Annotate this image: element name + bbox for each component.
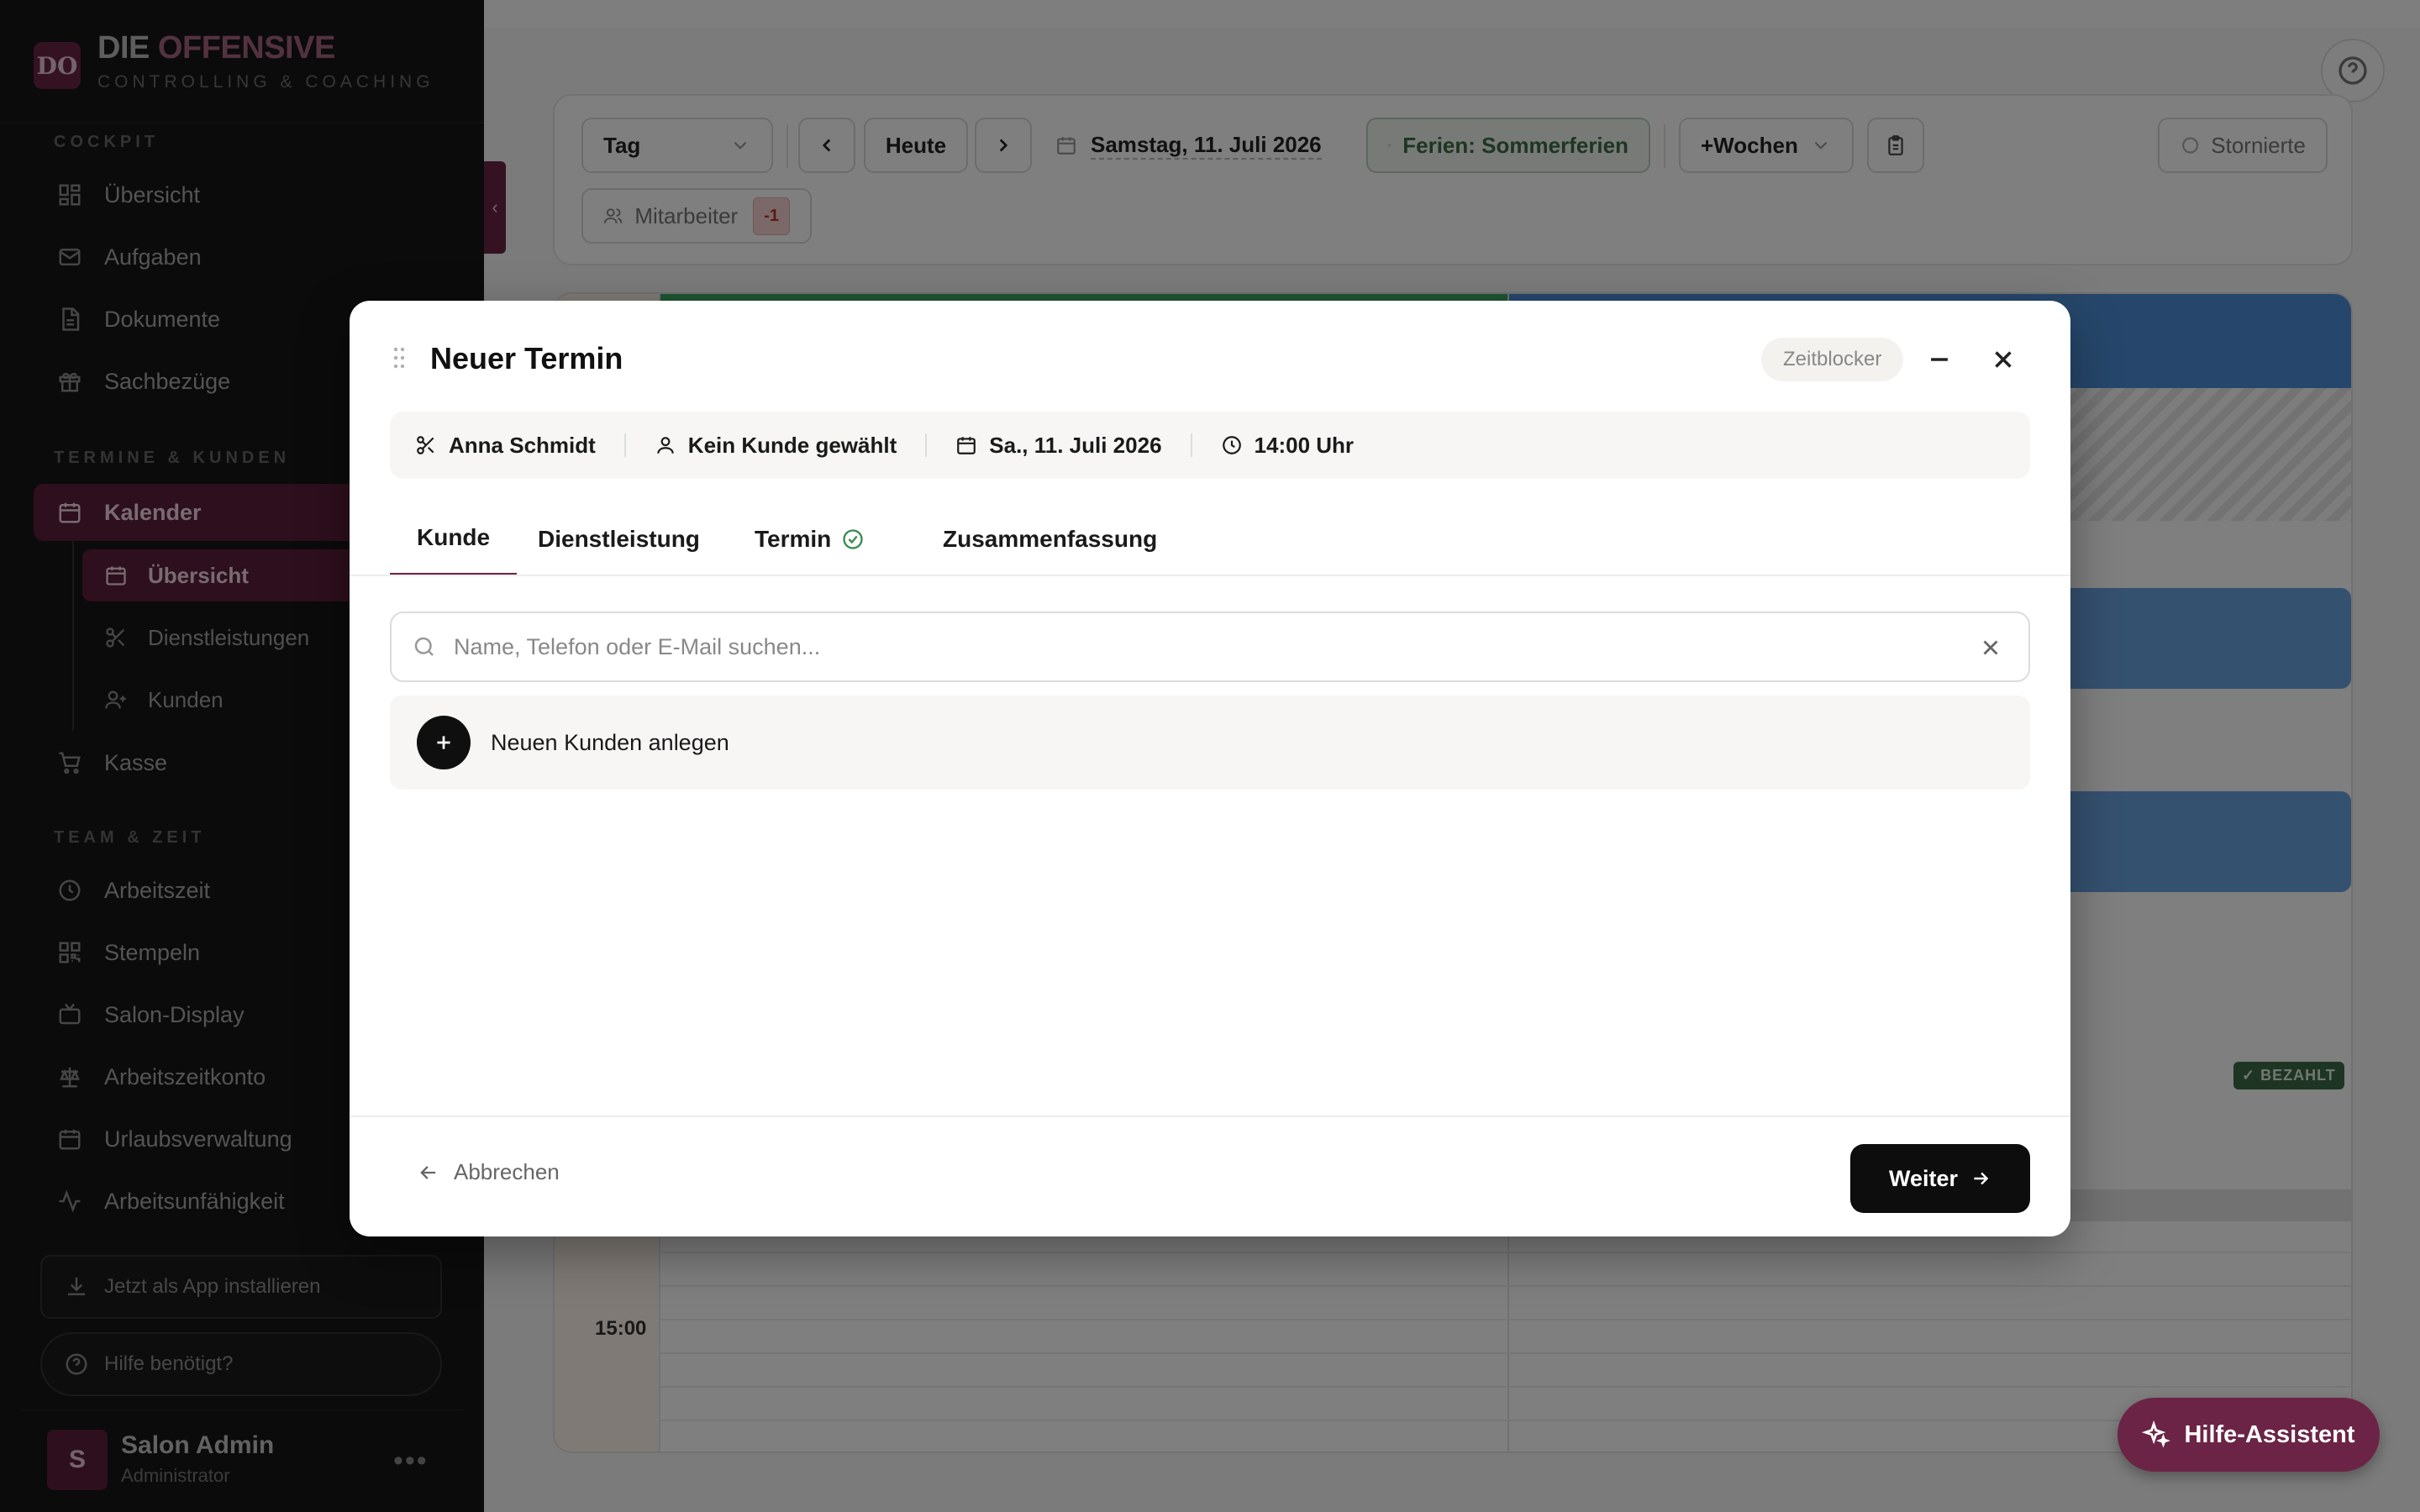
summary-staff-label: Anna Schmidt — [449, 432, 596, 458]
customer-search-input[interactable] — [454, 633, 1933, 660]
tab-zusammenfassung[interactable]: Zusammenfassung — [916, 502, 1184, 576]
tab-termin[interactable]: Termin — [728, 502, 892, 576]
new-customer-button[interactable]: Neuen Kunden anlegen — [390, 696, 2030, 790]
summary-date: Sa., 11. Juli 2026 — [955, 432, 1162, 459]
arrow-right-icon — [1974, 1172, 1989, 1185]
next-label: Weiter — [1888, 1165, 1959, 1191]
help-assistant-button[interactable]: Hilfe-Assistent — [2118, 1398, 2380, 1472]
scissors-icon — [417, 436, 434, 454]
arrow-left-icon — [420, 1165, 436, 1179]
minimize-button[interactable] — [1923, 343, 1956, 376]
summary-separator — [1190, 433, 1192, 457]
summary-customer: Kein Kunde gewählt — [655, 433, 897, 459]
new-appointment-dialog: Neuer Termin Zeitblocker Anna Schmidt Ke… — [350, 301, 2070, 1236]
new-customer-label: Neuen Kunden anlegen — [491, 729, 729, 755]
tabs-divider — [350, 575, 2070, 576]
appointment-summary-bar: Anna Schmidt Kein Kunde gewählt Sa., 11.… — [390, 412, 2030, 479]
summary-time-label: 14:00 Uhr — [1254, 432, 1355, 458]
user-icon — [657, 437, 674, 454]
next-button[interactable]: Weiter — [1850, 1144, 2030, 1213]
clear-search-icon[interactable] — [1978, 635, 2003, 660]
search-icon — [414, 637, 434, 656]
sparkles-icon — [2142, 1420, 2171, 1448]
check-circle-icon — [843, 529, 863, 549]
tab-dienstleistung[interactable]: Dienstleistung — [511, 502, 727, 576]
footer-divider — [350, 1116, 2070, 1117]
summary-separator — [623, 433, 626, 457]
cancel-button[interactable]: Abbrechen — [417, 1159, 560, 1185]
summary-customer-label: Kein Kunde gewählt — [687, 432, 897, 458]
dialog-tabs: Kunde Dienstleistung Termin Zusammenfass… — [390, 502, 2030, 576]
close-button[interactable] — [1986, 343, 2020, 376]
tab-label: Dienstleistung — [538, 526, 700, 552]
clock-icon — [1222, 436, 1241, 454]
time-blocker-button[interactable]: Zeitblocker — [1761, 338, 1904, 381]
tab-label: Zusammenfassung — [943, 526, 1158, 552]
calendar-icon — [957, 437, 976, 454]
tab-label: Termin — [755, 526, 832, 552]
summary-staff: Anna Schmidt — [415, 433, 596, 459]
summary-separator — [925, 433, 928, 457]
summary-time: 14:00 Uhr — [1221, 432, 1355, 459]
plus-icon — [417, 716, 471, 769]
cancel-label: Abbrechen — [454, 1159, 560, 1184]
minus-icon — [1931, 358, 1948, 361]
customer-search[interactable] — [390, 612, 2030, 682]
summary-date-label: Sa., 11. Juli 2026 — [989, 432, 1162, 458]
tab-label: Kunde — [417, 524, 491, 550]
close-icon — [1995, 351, 2012, 368]
tab-kunde[interactable]: Kunde — [390, 502, 518, 576]
dialog-title: Neuer Termin — [430, 341, 623, 375]
help-assistant-label: Hilfe-Assistent — [2184, 1420, 2355, 1448]
drag-handle-icon[interactable] — [393, 346, 405, 370]
